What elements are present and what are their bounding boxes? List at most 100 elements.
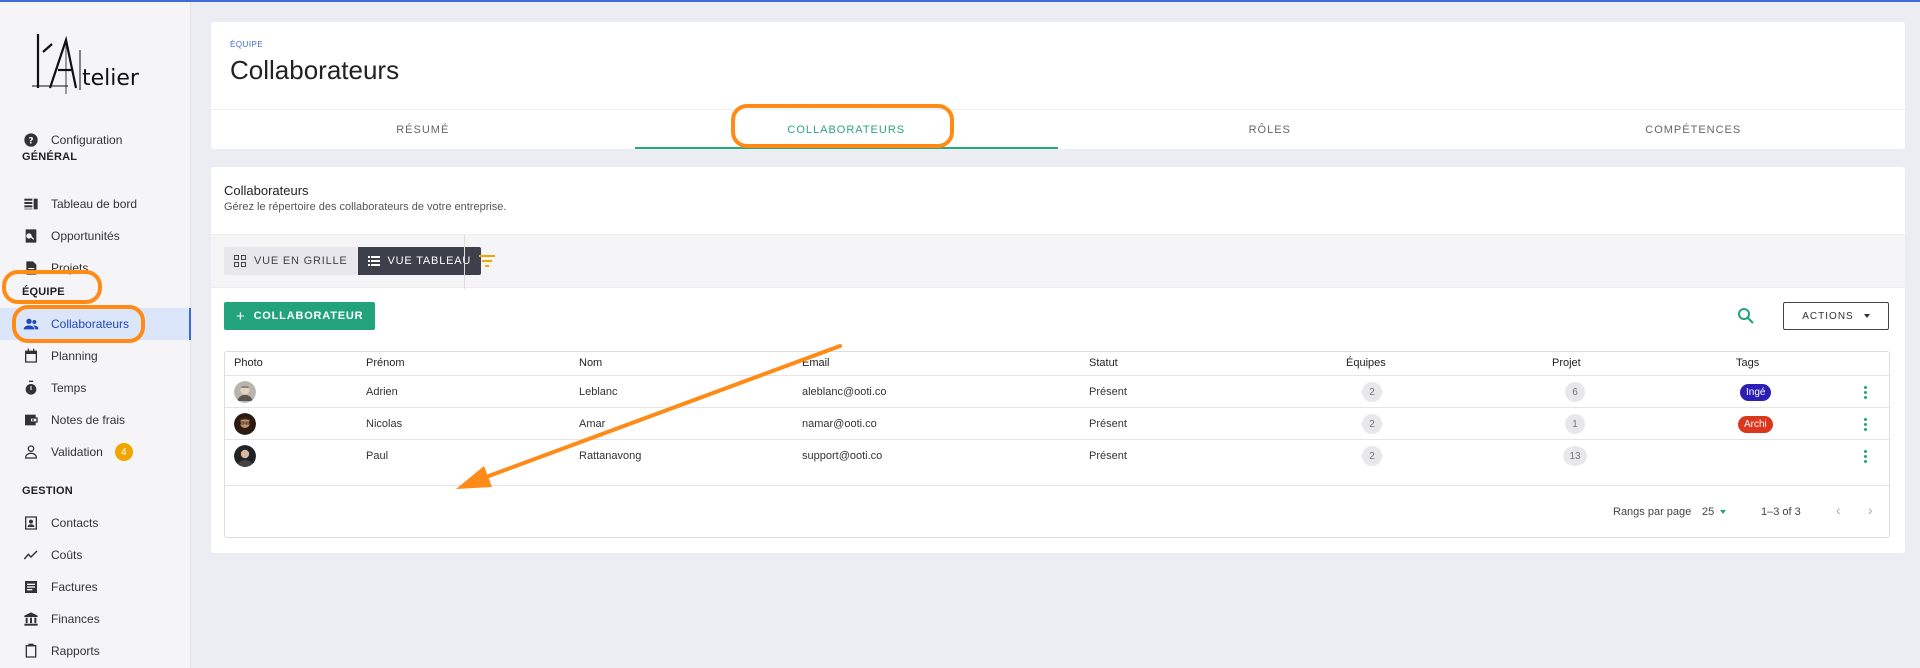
sidebar-item-notes-de-frais[interactable]: Notes de frais (0, 404, 191, 436)
sidebar-item-label: Coûts (51, 548, 83, 562)
email-cell: aleblanc@ooti.co (802, 386, 887, 398)
sidebar-item-label: Rapports (51, 644, 100, 658)
actions-dropdown-button[interactable]: ACTIONS (1783, 302, 1889, 330)
column-header-photo[interactable]: Photo (234, 352, 263, 375)
email-cell: support@ooti.co (802, 450, 883, 462)
grid-view-label: VUE EN GRILLE (254, 255, 348, 267)
filter-icon[interactable] (479, 254, 495, 268)
tag-chip: Archi (1738, 415, 1773, 433)
trend-icon (22, 546, 40, 564)
tag-chip: Ingé (1740, 383, 1772, 401)
highlight-sidebar-collaborateurs (12, 305, 145, 343)
sidebar-item-finances[interactable]: Finances (0, 603, 191, 635)
invoice-icon (22, 578, 40, 596)
page-title: Collaborateurs (230, 55, 400, 85)
collaborateurs-panel: Collaborateurs Gérez le répertoire des c… (211, 167, 1905, 553)
prenom-cell: Nicolas (366, 418, 403, 430)
more-vertical-icon (1864, 417, 1867, 431)
nom-cell: Rattanavong (579, 450, 642, 462)
column-header-email[interactable]: Email (802, 352, 830, 375)
highlight-section-equipe (2, 270, 102, 304)
sidebar-item-label: Notes de frais (51, 413, 126, 427)
tab-resume[interactable]: RÉSUMÉ (211, 110, 635, 149)
column-header-statut[interactable]: Statut (1089, 352, 1118, 375)
table-view-button[interactable]: VUE TABLEAU (357, 247, 482, 275)
previous-page-button[interactable]: ‹ (1836, 502, 1841, 518)
pagination: Rangs par page 25 1–3 of 3 ‹ › (225, 485, 1889, 537)
equipes-count: 2 (1362, 414, 1382, 434)
column-header-tags[interactable]: Tags (1736, 352, 1759, 375)
table-row[interactable]: Paul Rattanavong support@ooti.co Présent… (225, 439, 1889, 471)
dashboard-icon (22, 195, 40, 213)
table-row[interactable]: Nicolas Amar namar@ooti.co Présent 2 1 A… (225, 407, 1889, 439)
nom-cell: Leblanc (579, 386, 618, 398)
sidebar-item-validation[interactable]: Validation 4 (0, 436, 191, 468)
user-check-icon (22, 443, 40, 461)
sidebar-item-label: Validation (51, 445, 103, 459)
statut-cell: Présent (1089, 386, 1127, 398)
projet-cell: 6 (1565, 376, 1585, 408)
row-menu-button[interactable] (1864, 408, 1867, 440)
row-menu-button[interactable] (1864, 376, 1867, 408)
avatar[interactable] (234, 445, 256, 467)
add-collaborateur-label: COLLABORATEUR (253, 310, 364, 322)
bank-icon (22, 610, 40, 628)
email-cell: namar@ooti.co (802, 418, 877, 430)
sidebar-item-label: Finances (51, 612, 100, 626)
search-document-icon (22, 227, 40, 245)
sidebar-item-temps[interactable]: Temps (0, 372, 191, 404)
sidebar-item-rapports[interactable]: Rapports (0, 635, 191, 667)
grid-view-button[interactable]: VUE EN GRILLE (224, 247, 358, 275)
help-circle-icon: ? (22, 131, 40, 149)
panel-title: Collaborateurs (224, 183, 309, 198)
sidebar-item-couts[interactable]: Coûts (0, 539, 191, 571)
add-collaborateur-button[interactable]: + COLLABORATEUR (224, 302, 376, 330)
more-vertical-icon (1864, 385, 1867, 399)
projet-cell: 1 (1565, 408, 1585, 440)
sidebar-item-contacts[interactable]: Contacts (0, 507, 191, 539)
search-icon[interactable] (1737, 307, 1755, 325)
top-accent-line (0, 0, 1920, 2)
column-header-equipes[interactable]: Équipes (1346, 352, 1386, 375)
table-row[interactable]: Adrien Leblanc aleblanc@ooti.co Présent … (225, 375, 1889, 407)
validation-count-badge: 4 (114, 443, 133, 461)
collaborateurs-table: Photo Prénom Nom Email Statut Équipes Pr… (224, 351, 1890, 538)
rows-per-page-select[interactable]: 25 (1702, 506, 1727, 518)
sidebar-item-label: Tableau de bord (51, 197, 138, 211)
equipes-cell: 2 (1362, 408, 1382, 440)
tab-roles[interactable]: RÔLES (1058, 110, 1482, 149)
prenom-cell: Adrien (366, 386, 398, 398)
page-range: 1–3 of 3 (1761, 506, 1801, 518)
avatar[interactable] (234, 381, 256, 403)
equipes-count: 2 (1362, 446, 1382, 466)
column-header-prenom[interactable]: Prénom (366, 352, 405, 375)
statut-cell: Présent (1089, 450, 1127, 462)
list-icon (367, 256, 380, 266)
section-general: GÉNÉRAL (22, 151, 78, 163)
sidebar-item-planning[interactable]: Planning (0, 340, 191, 372)
sidebar-item-opportunites[interactable]: Opportunités (0, 220, 191, 252)
table-view-label: VUE TABLEAU (387, 255, 472, 267)
view-toggle: VUE EN GRILLE VUE TABLEAU (224, 247, 482, 275)
svg-text:telier: telier (82, 66, 140, 91)
sidebar-item-factures[interactable]: Factures (0, 571, 191, 603)
more-vertical-icon (1864, 449, 1867, 463)
avatar[interactable] (234, 413, 256, 435)
breadcrumb: ÉQUIPE (230, 40, 264, 49)
tab-competences[interactable]: COMPÉTENCES (1482, 110, 1906, 149)
grid-icon (234, 255, 246, 267)
column-header-nom[interactable]: Nom (579, 352, 602, 375)
toolbar-divider (464, 235, 465, 289)
view-toolbar: VUE EN GRILLE VUE TABLEAU (211, 234, 1905, 289)
sidebar-item-dashboard[interactable]: Tableau de bord (0, 188, 191, 220)
next-page-button[interactable]: › (1868, 502, 1873, 518)
column-header-projet[interactable]: Projet (1552, 352, 1581, 375)
highlight-tab-collaborateurs (731, 104, 954, 148)
equipes-cell: 2 (1362, 376, 1382, 408)
equipes-cell: 2 (1362, 440, 1382, 472)
projet-count: 1 (1565, 414, 1585, 434)
svg-text:?: ? (28, 136, 33, 146)
tags-cell: Archi (1738, 408, 1773, 440)
atelier-logo[interactable]: telier (30, 30, 170, 94)
row-menu-button[interactable] (1864, 440, 1867, 472)
